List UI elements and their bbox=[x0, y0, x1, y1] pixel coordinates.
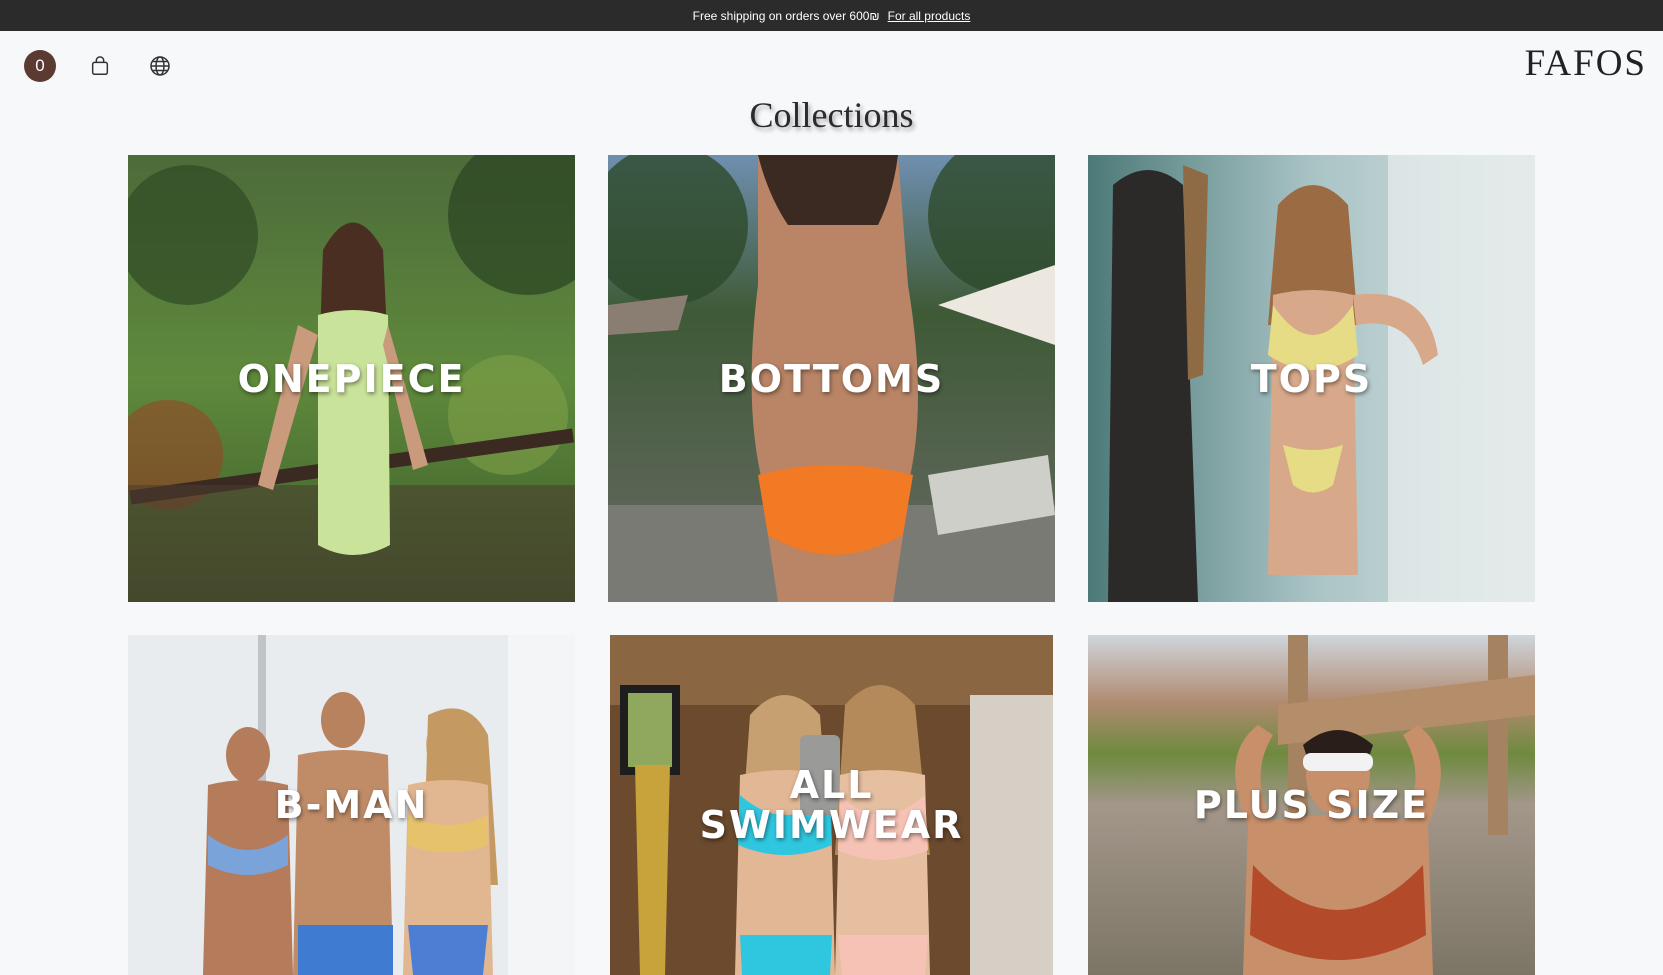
collection-label: TOPS bbox=[1250, 356, 1373, 401]
collection-label: B-MAN bbox=[274, 783, 429, 827]
page-title: Collections bbox=[749, 95, 914, 135]
collection-label: PLUS SIZE bbox=[1193, 783, 1430, 827]
collection-label: BOTTOMS bbox=[718, 356, 945, 401]
collection-tile-tops[interactable]: TOPS bbox=[1088, 155, 1535, 602]
cart-count-badge[interactable]: 0 bbox=[24, 50, 56, 82]
collection-label: ALL SWIMWEAR bbox=[699, 763, 964, 847]
collection-tile-bottoms[interactable]: BOTTOMS bbox=[608, 155, 1055, 602]
site-logo[interactable]: FAFOS bbox=[1525, 42, 1647, 85]
globe-icon[interactable] bbox=[144, 50, 176, 82]
announcement-bar: Free shipping on orders over 600₪ For al… bbox=[0, 0, 1663, 31]
collection-tile-plus-size[interactable]: PLUS SIZE bbox=[1088, 635, 1535, 975]
collection-tile-all-swimwear[interactable]: ALL SWIMWEAR bbox=[610, 635, 1053, 975]
header-actions: 0 bbox=[24, 50, 176, 82]
collection-tile-onepiece[interactable]: ONEPIECE bbox=[128, 155, 575, 602]
all-products-link[interactable]: For all products bbox=[888, 9, 971, 23]
announcement-text: Free shipping on orders over 600₪ bbox=[692, 8, 880, 23]
shopping-bag-icon[interactable] bbox=[84, 50, 116, 82]
collection-tile-b-man[interactable]: B-MAN bbox=[128, 635, 575, 975]
collection-label: ONEPIECE bbox=[237, 356, 466, 401]
